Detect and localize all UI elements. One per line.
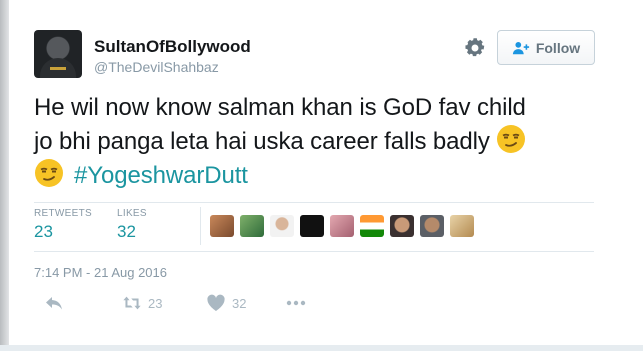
reply-button[interactable] bbox=[44, 294, 64, 312]
retweet-count: 23 bbox=[148, 295, 163, 311]
more-button[interactable] bbox=[286, 294, 306, 312]
liker-avatar[interactable] bbox=[270, 215, 294, 237]
tweet-timestamp[interactable]: 7:14 PM - 21 Aug 2016 bbox=[34, 265, 167, 280]
hashtag-link[interactable]: #YogeshwarDutt bbox=[74, 162, 248, 189]
bottom-border bbox=[0, 345, 643, 351]
liker-avatars bbox=[210, 215, 474, 237]
follow-person-icon bbox=[512, 41, 529, 54]
author-avatar[interactable] bbox=[34, 30, 82, 78]
tweet-line-2: jo bhi panga leta hai uska career falls … bbox=[34, 128, 490, 155]
tweet-line-1: He wil now know salman khan is GoD fav c… bbox=[34, 94, 526, 121]
follow-label: Follow bbox=[535, 39, 581, 56]
stats-separator bbox=[200, 207, 201, 245]
liker-avatar[interactable] bbox=[330, 215, 354, 237]
heart-icon bbox=[207, 294, 225, 311]
smirk-emoji-icon bbox=[35, 159, 63, 187]
like-count: 32 bbox=[232, 295, 247, 311]
author-name[interactable]: SultanOfBollywood bbox=[94, 37, 251, 57]
liker-avatar[interactable] bbox=[390, 215, 414, 237]
liker-avatar[interactable] bbox=[420, 215, 444, 237]
smirk-emoji-icon bbox=[497, 125, 526, 153]
follow-button[interactable]: Follow bbox=[497, 30, 595, 65]
reply-icon bbox=[46, 297, 62, 310]
retweets-stat[interactable]: RETWEETS 23 bbox=[34, 208, 92, 242]
likes-label: LIKES bbox=[117, 208, 147, 219]
author-handle[interactable]: @TheDevilShahbaz bbox=[94, 59, 219, 75]
liker-avatar[interactable] bbox=[240, 215, 264, 237]
liker-avatar[interactable] bbox=[210, 215, 234, 237]
liker-avatar[interactable] bbox=[300, 215, 324, 237]
liker-avatar[interactable] bbox=[450, 215, 474, 237]
avatar-jersey-print bbox=[50, 67, 66, 70]
tweet-text: He wil now know salman khan is GoD fav c… bbox=[34, 91, 604, 192]
retweet-button[interactable]: 23 bbox=[122, 294, 162, 312]
retweet-icon bbox=[123, 296, 141, 310]
window-edge bbox=[0, 0, 9, 351]
liker-avatar[interactable] bbox=[360, 215, 384, 237]
retweets-label: RETWEETS bbox=[34, 208, 92, 219]
retweets-value: 23 bbox=[34, 222, 53, 241]
stats-bottom-divider bbox=[34, 251, 594, 252]
like-button[interactable]: 32 bbox=[206, 294, 246, 312]
more-icon bbox=[286, 300, 306, 306]
gear-icon[interactable] bbox=[464, 37, 486, 59]
likes-value: 32 bbox=[117, 222, 136, 241]
stats-top-divider bbox=[34, 202, 594, 203]
likes-stat[interactable]: LIKES 32 bbox=[117, 208, 147, 242]
